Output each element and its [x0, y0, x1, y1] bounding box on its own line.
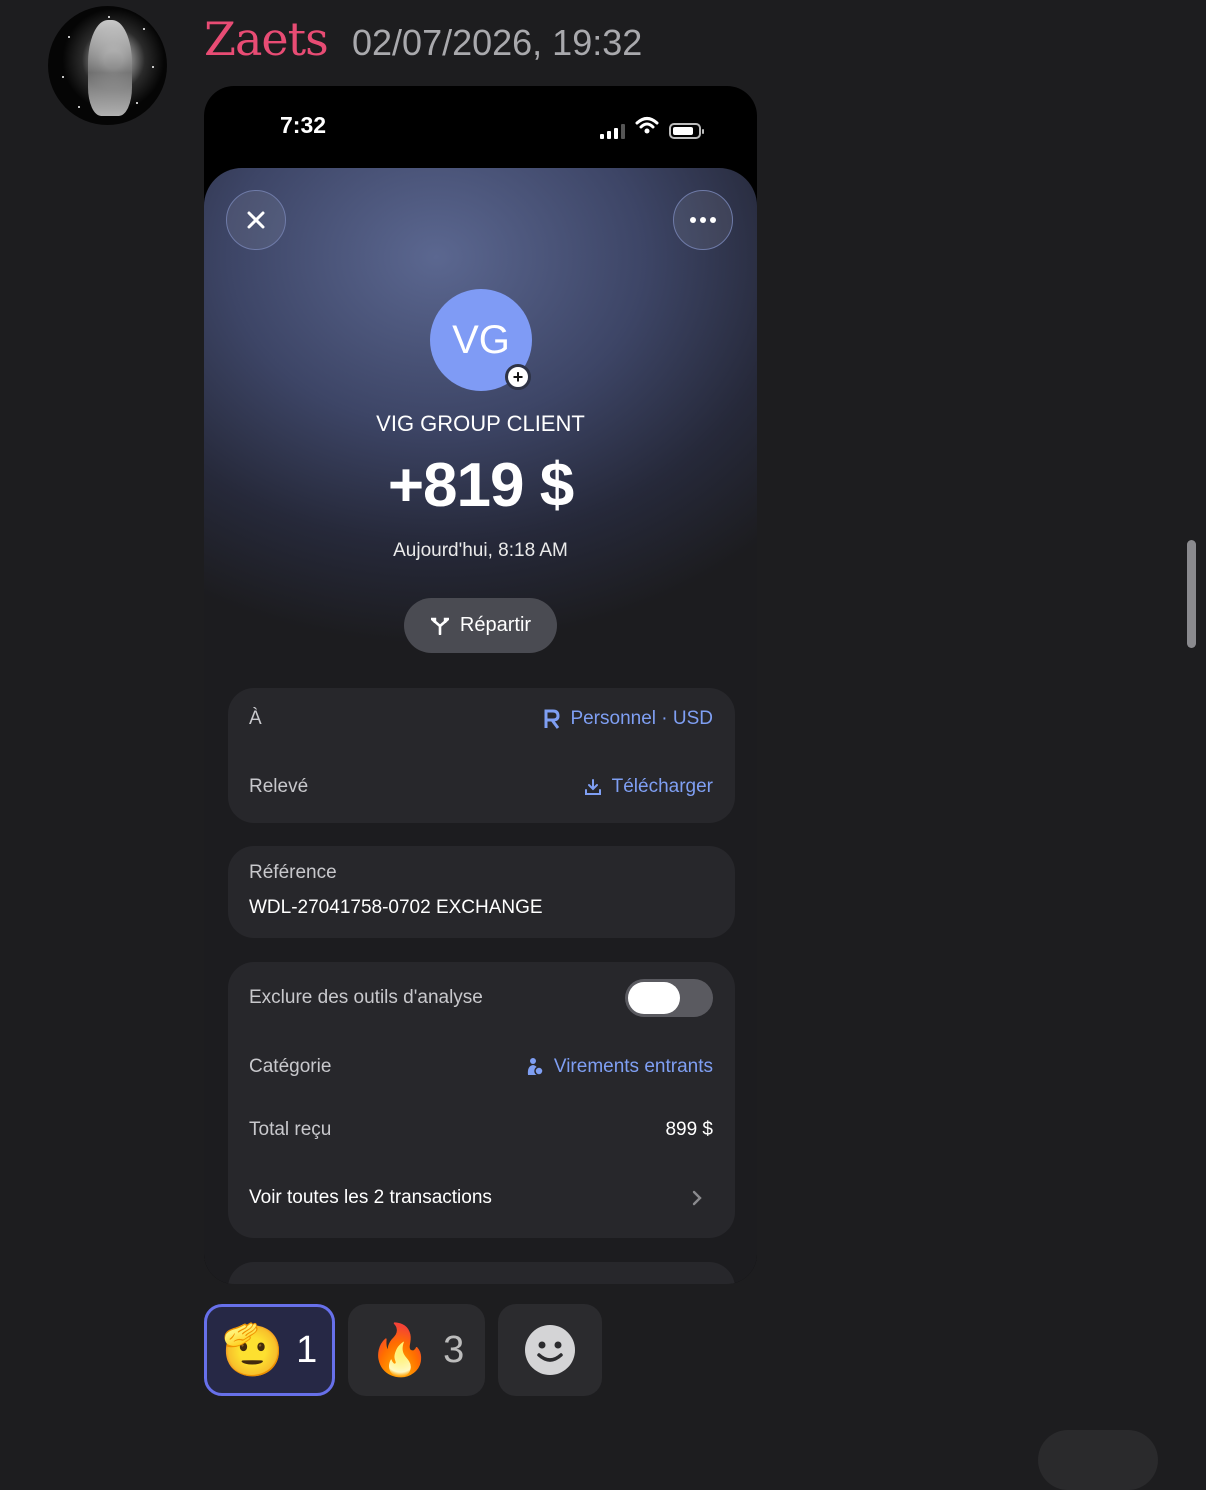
statement-label: Relevé: [249, 776, 309, 797]
to-label: À: [249, 708, 262, 729]
account-card: À Personnel · USD Relevé Télécharger: [228, 688, 735, 823]
to-account-value: Personnel · USD: [570, 708, 713, 729]
total-received-label: Total reçu: [249, 1119, 332, 1140]
battery-icon: [669, 123, 704, 139]
avatar-figure: [88, 20, 132, 116]
scrollbar[interactable]: [1187, 540, 1196, 648]
exclude-analytics-label: Exclure des outils d'analyse: [249, 987, 483, 1008]
next-card-partial: [228, 1262, 735, 1284]
reaction-salute[interactable]: 🫡 1: [204, 1304, 335, 1396]
split-icon: [430, 617, 449, 635]
all-transactions-label: Voir toutes les 2 transactions: [249, 1187, 492, 1208]
attached-screenshot[interactable]: 7:32 VG + VIG GROUP CLIENT +819 $ Aujour…: [204, 86, 757, 1284]
transaction-sheet: VG + VIG GROUP CLIENT +819 $ Aujourd'hui…: [204, 168, 757, 1284]
more-options-button[interactable]: [673, 190, 733, 250]
add-reaction-button[interactable]: [498, 1304, 602, 1396]
more-icon: [690, 217, 716, 223]
wifi-icon: [635, 116, 659, 139]
money-bag-icon: [527, 1058, 544, 1076]
transaction-datetime: Aujourd'hui, 8:18 AM: [393, 540, 568, 561]
total-received-value: 899 $: [665, 1119, 713, 1140]
close-icon: [247, 211, 265, 229]
exclude-analytics-toggle[interactable]: [625, 979, 713, 1017]
revolut-icon: [544, 709, 560, 729]
reaction-fire[interactable]: 🔥 3: [348, 1304, 485, 1396]
category-link[interactable]: Virements entrants: [526, 1056, 713, 1078]
signal-icon: [600, 123, 625, 139]
category-label: Catégorie: [249, 1056, 332, 1077]
reference-label: Référence: [249, 862, 337, 883]
message-timestamp: 02/07/2026, 19:32: [352, 22, 643, 63]
category-value: Virements entrants: [553, 1056, 713, 1077]
split-button[interactable]: Répartir: [404, 598, 557, 653]
transaction-amount: +819 $: [387, 451, 574, 520]
merchant-name: VIG GROUP CLIENT: [376, 411, 585, 436]
status-icons: [600, 116, 704, 139]
username[interactable]: Zaets: [204, 12, 329, 66]
user-avatar[interactable]: [48, 6, 167, 125]
reference-value[interactable]: WDL-27041758-0702 EXCHANGE: [249, 897, 543, 919]
reference-card: Référence WDL-27041758-0702 EXCHANGE: [228, 846, 735, 938]
status-time: 7:32: [280, 112, 327, 138]
reaction-count: 1: [296, 1328, 318, 1371]
fire-icon: 🔥: [368, 1322, 432, 1378]
to-account-link[interactable]: Personnel · USD: [544, 708, 713, 730]
add-reaction-icon: [525, 1325, 575, 1375]
reaction-count: 3: [443, 1328, 465, 1371]
scroll-to-bottom-button[interactable]: [1038, 1430, 1158, 1490]
download-label: Télécharger: [611, 776, 713, 797]
details-card: Exclure des outils d'analyse Catégorie V…: [228, 962, 735, 1238]
close-button[interactable]: [226, 190, 286, 250]
split-label: Répartir: [459, 614, 532, 636]
chevron-right-icon: [692, 1190, 702, 1206]
download-statement-link[interactable]: Télécharger: [584, 776, 713, 798]
add-photo-icon[interactable]: +: [505, 364, 531, 390]
saluting-face-icon: 🫡: [221, 1322, 285, 1378]
download-icon: [584, 779, 601, 795]
all-transactions-row[interactable]: Voir toutes les 2 transactions: [249, 1187, 713, 1209]
